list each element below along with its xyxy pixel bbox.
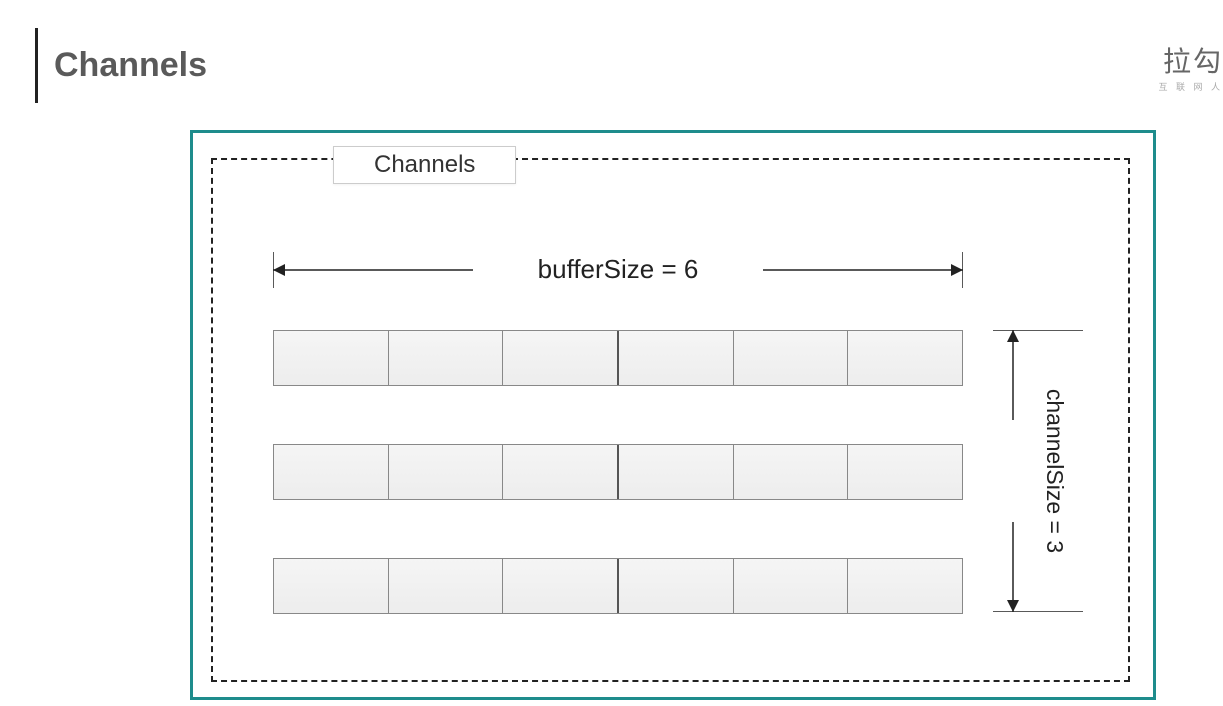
buffer-cell [274, 331, 389, 385]
channel-size-dimension: channelSize = 3 [983, 330, 1093, 612]
channels-group-label: Channels [333, 146, 516, 184]
buffer-row [273, 444, 963, 500]
buffer-cell [734, 331, 849, 385]
buffer-row [273, 330, 963, 386]
buffer-cell [503, 331, 619, 385]
buffer-cell [848, 559, 962, 613]
buffer-cell [503, 559, 619, 613]
buffer-size-label: bufferSize = 6 [508, 254, 728, 285]
buffer-cell [503, 445, 619, 499]
brand-logo-main: 拉勾 [1158, 40, 1223, 80]
page-title-bar: Channels [35, 28, 207, 103]
buffer-cell [619, 445, 734, 499]
buffer-grid [273, 330, 963, 614]
buffer-cell [274, 445, 389, 499]
buffer-cell [619, 559, 734, 613]
buffer-cell [274, 559, 389, 613]
diagram-canvas: Channels bufferSize = 6 [190, 130, 1156, 700]
buffer-cell [389, 559, 504, 613]
channels-group-box: Channels bufferSize = 6 [211, 158, 1130, 682]
buffer-cell [734, 445, 849, 499]
channel-size-label: channelSize = 3 [1041, 389, 1068, 553]
brand-logo-sub: 互 联 网 人 [1158, 80, 1223, 93]
title-accent-bar [35, 28, 38, 103]
buffer-cell [619, 331, 734, 385]
buffer-cell [389, 445, 504, 499]
buffer-cell [734, 559, 849, 613]
buffer-cell [389, 331, 504, 385]
brand-logo: 拉勾 互 联 网 人 [1158, 40, 1223, 93]
buffer-row [273, 558, 963, 614]
buffer-cell [848, 445, 962, 499]
page-title: Channels [54, 46, 207, 85]
buffer-size-dimension: bufferSize = 6 [273, 240, 963, 300]
buffer-cell [848, 331, 962, 385]
